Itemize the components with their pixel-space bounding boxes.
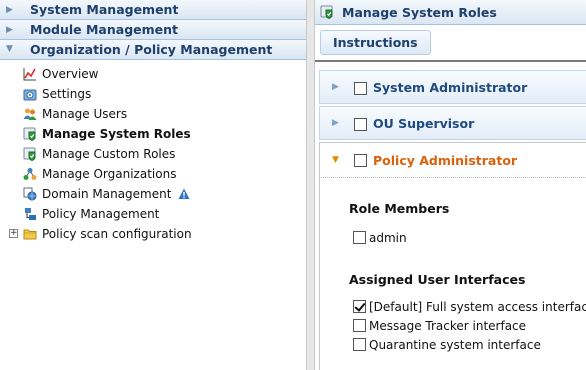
tree-item-policy-scan-configuration[interactable]: + Policy scan configuration <box>0 224 306 244</box>
chart-icon <box>23 68 36 81</box>
interface-label: Quarantine system interface <box>369 338 541 352</box>
roles-list: ▶ System Administrator ▶ OU Supervisor ▼… <box>319 70 586 180</box>
interface-row[interactable]: [Default] Full system access interface <box>353 299 586 315</box>
accordion-organization-policy-management[interactable]: ▼ Organization / Policy Management <box>0 40 306 60</box>
role-checkbox[interactable] <box>354 154 367 167</box>
tree-item-overview[interactable]: Overview <box>0 64 306 84</box>
folder-icon <box>23 229 37 240</box>
role-panel-system-administrator[interactable]: ▶ System Administrator <box>319 70 586 104</box>
interface-row[interactable]: Quarantine system interface <box>353 337 541 353</box>
member-label: admin <box>369 231 407 245</box>
page-title: Manage System Roles <box>342 5 497 20</box>
role-label: System Administrator <box>373 80 528 95</box>
tree-item-domain-management[interactable]: Domain Management <box>0 184 306 204</box>
warning-icon <box>178 188 190 199</box>
tree-item-settings[interactable]: Settings <box>0 84 306 104</box>
shield-check-icon <box>23 147 36 161</box>
settings-icon <box>23 89 37 101</box>
tree-item-label: Policy scan configuration <box>42 227 192 241</box>
tree-item-manage-organizations[interactable]: Manage Organizations <box>0 164 306 184</box>
chevron-right-icon: ▶ <box>6 25 13 35</box>
network-icon <box>23 168 37 180</box>
role-label: OU Supervisor <box>373 116 475 131</box>
navigation-tree: Overview Settings Manage Users Manage Sy… <box>0 60 306 244</box>
shield-check-icon <box>23 127 36 141</box>
navigation-pane: ▶ System Management ▶ Module Management … <box>0 0 306 370</box>
interface-checkbox[interactable] <box>353 338 366 351</box>
policy-icon <box>25 208 36 220</box>
instructions-button[interactable]: Instructions <box>320 30 431 55</box>
tree-item-manage-users[interactable]: Manage Users <box>0 104 306 124</box>
role-panel-ou-supervisor[interactable]: ▶ OU Supervisor <box>319 106 586 140</box>
accordion-system-management[interactable]: ▶ System Management <box>0 0 306 20</box>
tree-item-manage-custom-roles[interactable]: Manage Custom Roles <box>0 144 306 164</box>
role-checkbox[interactable] <box>354 118 367 131</box>
member-checkbox[interactable] <box>353 231 366 244</box>
tree-item-label: Manage System Roles <box>42 127 191 141</box>
expand-plus-icon[interactable]: + <box>9 229 18 238</box>
panel-header: Manage System Roles <box>315 0 586 25</box>
tree-item-label: Manage Users <box>42 107 128 121</box>
interface-row[interactable]: Message Tracker interface <box>353 318 526 334</box>
chevron-down-icon: ▼ <box>6 44 13 54</box>
accordion-module-management[interactable]: ▶ Module Management <box>0 20 306 40</box>
interface-label: Message Tracker interface <box>369 319 527 333</box>
assigned-interfaces-heading: Assigned User Interfaces <box>349 272 526 287</box>
chevron-right-icon[interactable]: ▶ <box>332 118 339 128</box>
domain-icon <box>23 187 37 201</box>
shield-check-icon <box>320 5 333 19</box>
tree-item-label: Domain Management <box>42 187 172 201</box>
pane-splitter[interactable] <box>306 0 315 370</box>
chevron-right-icon: ▶ <box>6 5 13 15</box>
tree-item-label: Manage Custom Roles <box>42 147 176 161</box>
users-icon <box>23 108 37 120</box>
interface-label: [Default] Full system access interface <box>369 300 586 314</box>
chevron-down-icon[interactable]: ▼ <box>332 155 339 165</box>
role-checkbox[interactable] <box>354 82 367 95</box>
toolbar: Instructions <box>315 25 586 62</box>
role-details: Role Members admin Assigned User Interfa… <box>319 178 586 370</box>
interface-checkbox[interactable] <box>353 300 366 313</box>
interface-checkbox[interactable] <box>353 319 366 332</box>
member-row[interactable]: admin <box>353 230 407 246</box>
role-panel-policy-administrator[interactable]: ▼ Policy Administrator <box>319 142 586 178</box>
tree-item-label: Policy Management <box>42 207 160 221</box>
tree-item-label: Manage Organizations <box>42 167 177 181</box>
tree-item-label: Overview <box>42 67 99 81</box>
accordion-label: Module Management <box>30 22 178 37</box>
tree-item-policy-management[interactable]: Policy Management <box>0 204 306 224</box>
accordion-label: System Management <box>30 2 179 17</box>
tree-item-label: Settings <box>42 87 92 101</box>
chevron-right-icon[interactable]: ▶ <box>332 82 339 92</box>
tree-item-manage-system-roles[interactable]: Manage System Roles <box>0 124 306 144</box>
accordion-label: Organization / Policy Management <box>30 42 273 57</box>
role-label: Policy Administrator <box>373 153 518 168</box>
role-members-heading: Role Members <box>349 201 450 216</box>
